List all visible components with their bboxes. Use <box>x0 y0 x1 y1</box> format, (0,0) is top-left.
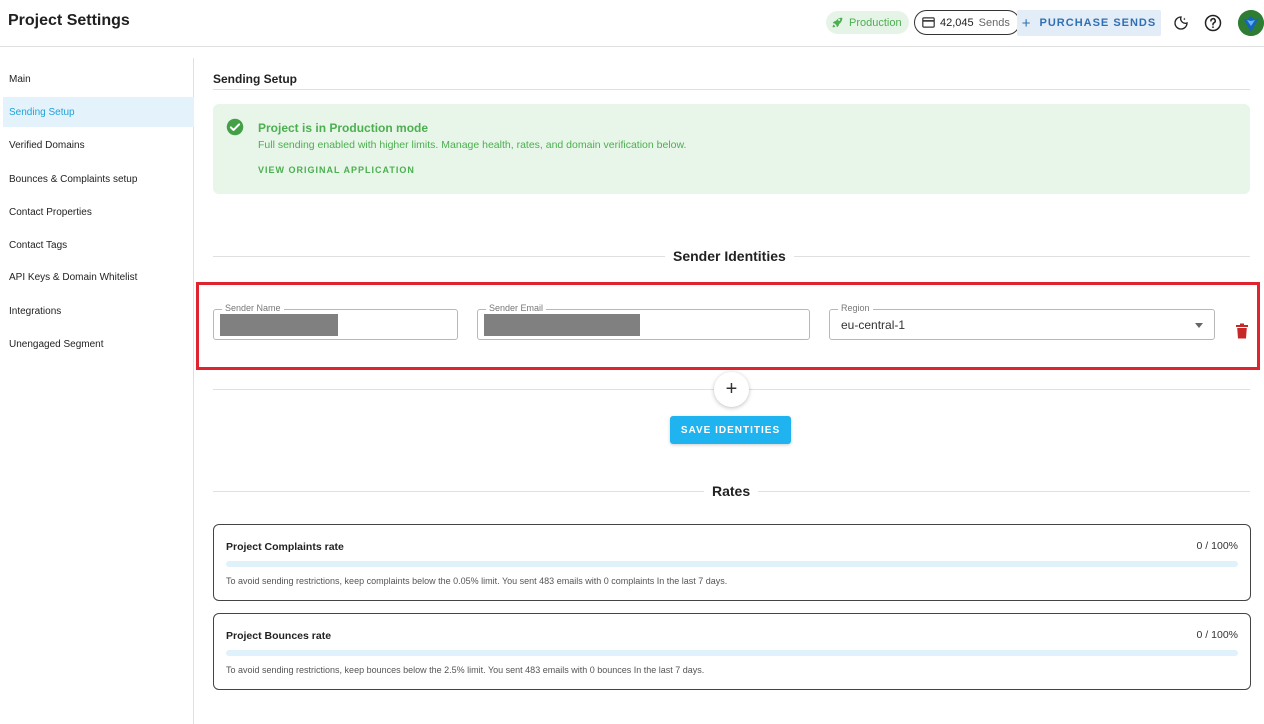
sidebar-item-main[interactable]: Main <box>3 64 194 94</box>
region-label: Region <box>838 303 873 314</box>
region-select[interactable]: Region eu-central-1 <box>829 303 1215 340</box>
bounces-rate-value: 0 / 100% <box>1196 629 1238 641</box>
section-divider <box>213 89 1250 90</box>
avatar[interactable] <box>1238 10 1264 36</box>
delete-icon[interactable] <box>1235 323 1249 339</box>
complaints-rate-value: 0 / 100% <box>1196 540 1238 552</box>
settings-sidebar: Main Sending Setup Verified Domains Boun… <box>0 58 194 724</box>
alert-description: Full sending enabled with higher limits.… <box>258 139 687 151</box>
bounces-rate-title: Project Bounces rate <box>226 630 332 642</box>
region-value: eu-central-1 <box>841 318 906 332</box>
complaints-rate-progress <box>226 561 1238 567</box>
help-icon[interactable] <box>1202 12 1224 34</box>
redacted-sender-name <box>220 314 338 336</box>
sends-balance-chip[interactable]: 42,045 Sends <box>914 10 1020 35</box>
sidebar-item-unengaged-segment[interactable]: Unengaged Segment <box>3 329 194 359</box>
sidebar-item-verified-domains[interactable]: Verified Domains <box>3 130 194 160</box>
rocket-icon <box>832 17 843 28</box>
production-status-chip[interactable]: Production <box>826 11 909 34</box>
alert-title: Project is in Production mode <box>258 121 429 135</box>
production-label: Production <box>849 16 902 29</box>
credit-card-icon <box>922 17 935 28</box>
sends-count: 42,045 <box>940 16 974 29</box>
plus-icon: + <box>1021 14 1032 32</box>
complaints-rate-note: To avoid sending restrictions, keep comp… <box>226 576 728 586</box>
view-original-application-link[interactable]: VIEW ORIGINAL APPLICATION <box>258 165 415 175</box>
sender-identities-heading: Sender Identities <box>665 248 794 264</box>
sidebar-item-bounces-complaints[interactable]: Bounces & Complaints setup <box>3 164 194 194</box>
sidebar-item-sending-setup[interactable]: Sending Setup <box>3 97 194 127</box>
bounces-rate-card: Project Bounces rate 0 / 100% To avoid s… <box>213 613 1251 690</box>
complaints-rate-title: Project Complaints rate <box>226 541 344 553</box>
top-app-bar: Project Settings Production 42,045 Sends… <box>0 0 1264 47</box>
sends-unit: Sends <box>978 16 1010 29</box>
purchase-sends-button[interactable]: + PURCHASE SENDS <box>1017 10 1161 36</box>
complaints-rate-card: Project Complaints rate 0 / 100% To avoi… <box>213 524 1251 601</box>
sidebar-item-integrations[interactable]: Integrations <box>3 296 194 326</box>
sidebar-item-contact-properties[interactable]: Contact Properties <box>3 197 194 227</box>
sender-name-label: Sender Name <box>222 303 284 314</box>
redacted-sender-email <box>484 314 640 336</box>
sidebar-item-contact-tags[interactable]: Contact Tags <box>3 230 194 260</box>
sender-email-label: Sender Email <box>486 303 547 314</box>
add-identity-button[interactable]: + <box>714 372 749 407</box>
dark-mode-icon[interactable] <box>1170 12 1192 34</box>
page-title: Project Settings <box>8 12 130 29</box>
sender-name-field[interactable]: Sender Name <box>213 303 458 340</box>
bounces-rate-progress <box>226 650 1238 656</box>
check-circle-icon <box>226 118 244 136</box>
chevron-down-icon <box>1195 323 1203 328</box>
save-identities-button[interactable]: SAVE IDENTITIES <box>670 416 791 444</box>
rates-heading: Rates <box>704 483 759 499</box>
plus-icon: + <box>725 378 738 400</box>
sender-email-field[interactable]: Sender Email <box>477 303 810 340</box>
purchase-sends-label: PURCHASE SENDS <box>1039 17 1157 29</box>
bounces-rate-note: To avoid sending restrictions, keep boun… <box>226 665 705 675</box>
production-mode-alert: Project is in Production mode Full sendi… <box>213 104 1250 194</box>
sidebar-item-api-keys[interactable]: API Keys & Domain Whitelist <box>3 262 194 292</box>
section-title: Sending Setup <box>213 72 297 86</box>
